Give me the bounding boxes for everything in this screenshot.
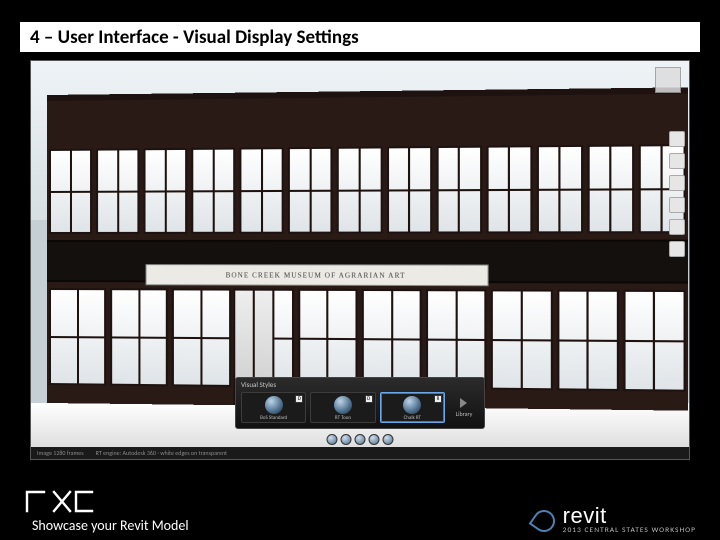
visual-styles-panel-title: Visual Styles — [236, 378, 484, 389]
view-cube[interactable] — [655, 67, 681, 93]
window — [587, 145, 634, 233]
visual-style-label: RT Toon — [335, 415, 351, 422]
window — [337, 147, 382, 234]
slide-footer: Showcase your Revit Model revit 2013 CEN… — [0, 470, 720, 540]
style-badge: D — [365, 395, 373, 403]
revit-swirl-icon — [528, 506, 559, 537]
storefront-window — [426, 289, 487, 389]
home-icon[interactable] — [669, 131, 685, 147]
window — [537, 145, 583, 233]
sphere-icon — [334, 396, 352, 414]
presenter-logo — [24, 488, 96, 514]
pan-icon[interactable] — [669, 175, 685, 191]
upper-window-band — [47, 144, 688, 234]
status-left: Image 1280 frames — [37, 449, 84, 457]
status-center: RT engine: Autodesk 360 · white edges on… — [96, 449, 227, 457]
render-preset-icon[interactable] — [327, 434, 338, 445]
chevron-right-icon — [460, 398, 467, 408]
storefront-window — [49, 288, 106, 385]
app-screenshot: BONE CREEK MUSEUM OF AGRARIAN ART — [30, 60, 690, 460]
building-sign: BONE CREEK MUSEUM OF AGRARIAN ART — [145, 264, 489, 286]
window — [386, 146, 431, 233]
visual-style-option-selected[interactable]: R Chalk RT — [380, 392, 445, 423]
storefront-window — [557, 290, 619, 391]
render-preset-icons — [327, 434, 394, 445]
revit-subtitle: 2013 CENTRAL STATES WORKSHOP — [563, 527, 696, 535]
render-preset-icon[interactable] — [383, 434, 394, 445]
settings-icon[interactable] — [669, 241, 685, 257]
window — [49, 149, 92, 234]
window — [96, 149, 139, 234]
storefront-window — [172, 289, 230, 387]
render-preset-icon[interactable] — [355, 434, 366, 445]
visual-style-option[interactable]: D RT Toon — [310, 392, 375, 423]
sphere-icon — [403, 396, 421, 414]
window — [191, 148, 235, 234]
building-model: BONE CREEK MUSEUM OF AGRARIAN ART — [47, 87, 688, 410]
storefront-window — [623, 290, 686, 392]
visual-style-label: Chalk RT — [404, 415, 421, 422]
storefront-window — [491, 290, 552, 391]
window — [288, 147, 333, 233]
revit-workshop-logo: revit 2013 CENTRAL STATES WORKSHOP — [533, 505, 696, 535]
render-preset-icon[interactable] — [341, 434, 352, 445]
storefront-window — [362, 289, 422, 389]
building-facade: BONE CREEK MUSEUM OF AGRARIAN ART — [47, 87, 688, 410]
rbc-logo-icon — [24, 488, 96, 514]
style-badge: R — [434, 395, 442, 403]
slide-title-topic: Visual Display Settings — [183, 26, 359, 49]
slide-title-section: 4 – User Interface — [30, 26, 169, 49]
sphere-icon — [265, 396, 283, 414]
window — [240, 147, 284, 233]
revit-wordmark: revit — [563, 505, 607, 527]
slide-title-sep: - — [169, 26, 183, 49]
visual-styles-panel[interactable]: Visual Styles D BoS Standard D RT Toon R… — [235, 377, 485, 429]
visual-styles-library[interactable]: Library — [449, 392, 479, 423]
render-preset-icon[interactable] — [369, 434, 380, 445]
visual-styles-row: D BoS Standard D RT Toon R Chalk RT Libr… — [236, 389, 484, 428]
style-badge: D — [295, 395, 303, 403]
window — [144, 148, 188, 234]
footer-caption: Showcase your Revit Model — [32, 517, 189, 534]
storefront-window — [110, 288, 168, 386]
window — [436, 146, 482, 233]
viewport-tool-strip — [669, 131, 685, 257]
visual-styles-library-label: Library — [456, 410, 473, 418]
zoom-icon[interactable] — [669, 197, 685, 213]
visual-style-option[interactable]: D BoS Standard — [241, 392, 306, 423]
window — [486, 146, 532, 234]
slide-title-bar: 4 – User Interface - Visual Display Sett… — [20, 22, 700, 52]
storefront-window — [298, 289, 358, 388]
orbit-icon[interactable] — [669, 153, 685, 169]
visual-style-label: BoS Standard — [260, 415, 287, 422]
viewport-status-bar: Image 1280 frames RT engine: Autodesk 36… — [31, 447, 689, 459]
look-icon[interactable] — [669, 219, 685, 235]
